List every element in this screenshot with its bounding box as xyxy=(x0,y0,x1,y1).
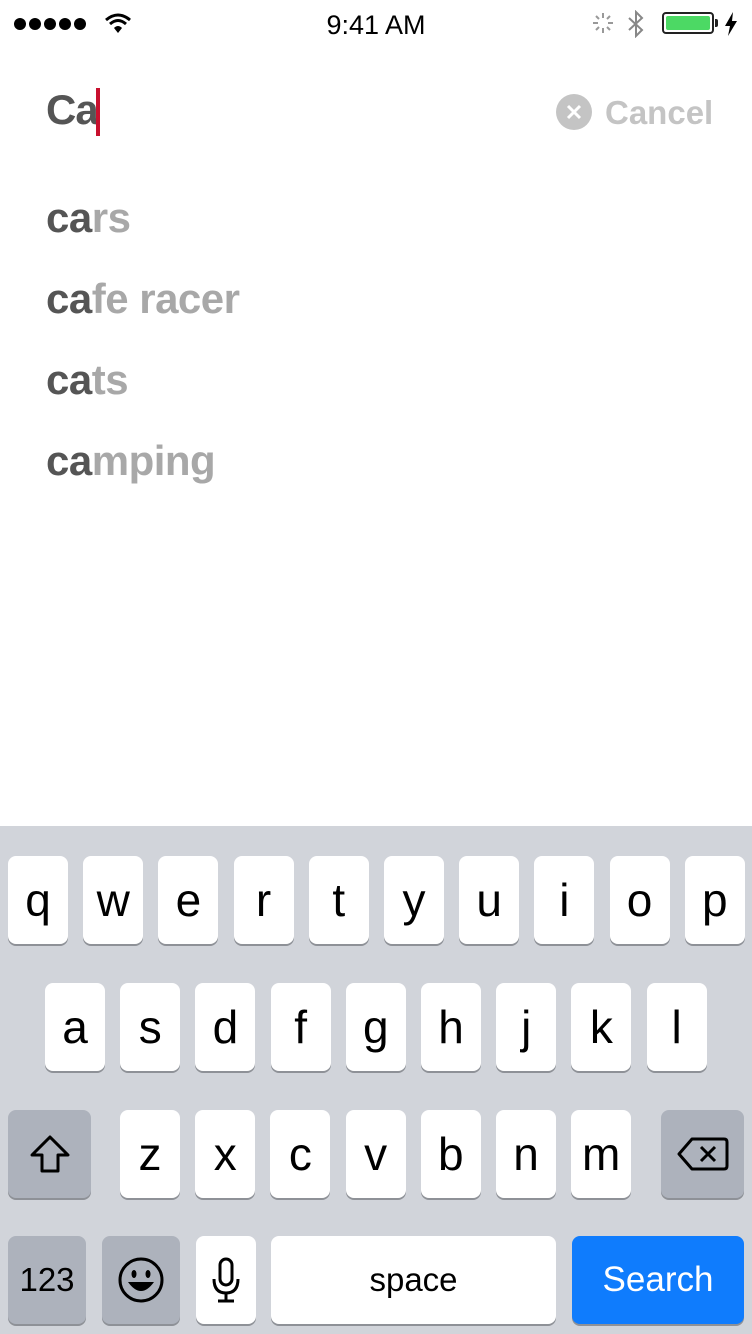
key-i[interactable]: i xyxy=(534,856,595,944)
key-n[interactable]: n xyxy=(496,1110,556,1198)
suggestion-completion: ts xyxy=(91,356,129,403)
key-v[interactable]: v xyxy=(345,1110,406,1198)
key-h[interactable]: h xyxy=(421,983,481,1071)
suggestion-typed: ca xyxy=(46,194,92,241)
clear-search-button[interactable] xyxy=(556,94,592,130)
charging-bolt-icon xyxy=(725,12,737,36)
key-o[interactable]: o xyxy=(609,856,670,944)
search-input[interactable]: Ca xyxy=(46,86,99,134)
suggestion-item[interactable]: cafe racer xyxy=(46,271,240,352)
key-t[interactable]: t xyxy=(308,856,369,944)
key-q[interactable]: q xyxy=(8,856,68,944)
key-k[interactable]: k xyxy=(571,983,632,1071)
key-m[interactable]: m xyxy=(571,1110,632,1198)
activity-spinner-icon xyxy=(593,13,613,33)
key-z[interactable]: z xyxy=(120,1110,180,1198)
microphone-key[interactable] xyxy=(196,1236,256,1324)
key-r[interactable]: r xyxy=(233,856,294,944)
suggestion-typed: ca xyxy=(46,275,92,322)
shift-key[interactable] xyxy=(8,1110,91,1198)
emoji-face-icon xyxy=(118,1257,164,1303)
suggestion-completion: fe racer xyxy=(91,275,240,322)
status-bar: 9:41 AM xyxy=(0,0,752,48)
cancel-button[interactable]: Cancel xyxy=(605,94,713,132)
emoji-key[interactable] xyxy=(102,1236,180,1324)
search-row: Ca Cancel xyxy=(0,80,752,150)
battery-icon xyxy=(662,12,714,34)
numbers-key[interactable]: 123 xyxy=(8,1236,86,1324)
backspace-icon xyxy=(677,1137,728,1171)
space-key[interactable]: space xyxy=(271,1236,556,1324)
suggestion-typed: ca xyxy=(46,356,92,403)
key-s[interactable]: s xyxy=(120,983,181,1071)
suggestion-completion: rs xyxy=(91,194,131,241)
key-x[interactable]: x xyxy=(195,1110,256,1198)
bluetooth-icon xyxy=(628,10,644,38)
suggestion-item[interactable]: cars xyxy=(46,190,240,271)
microphone-icon xyxy=(212,1257,240,1303)
suggestion-typed: ca xyxy=(46,437,92,484)
delete-key[interactable] xyxy=(661,1110,744,1198)
key-w[interactable]: w xyxy=(83,856,144,944)
key-y[interactable]: y xyxy=(384,856,444,944)
key-f[interactable]: f xyxy=(270,983,331,1071)
suggestion-completion: mping xyxy=(91,437,216,484)
key-p[interactable]: p xyxy=(684,856,745,944)
key-c[interactable]: c xyxy=(270,1110,331,1198)
key-l[interactable]: l xyxy=(646,983,707,1071)
keyboard: 123 space Search qwertyuiop asdfghjkl zxcv… xyxy=(0,826,752,1334)
key-d[interactable]: d xyxy=(195,983,256,1071)
suggestion-item[interactable]: cats xyxy=(46,352,240,433)
text-caret xyxy=(96,88,100,136)
battery-tip xyxy=(715,19,718,27)
key-e[interactable]: e xyxy=(158,856,219,944)
key-u[interactable]: u xyxy=(459,856,520,944)
suggestion-list: cars cafe racer cats camping xyxy=(46,190,240,514)
suggestion-item[interactable]: camping xyxy=(46,433,240,514)
key-g[interactable]: g xyxy=(345,983,406,1071)
search-key[interactable]: Search xyxy=(572,1236,744,1324)
clear-circle-x-icon xyxy=(566,104,582,120)
key-j[interactable]: j xyxy=(496,983,557,1071)
key-a[interactable]: a xyxy=(45,983,105,1071)
key-b[interactable]: b xyxy=(420,1110,481,1198)
shift-arrow-icon xyxy=(30,1135,69,1173)
